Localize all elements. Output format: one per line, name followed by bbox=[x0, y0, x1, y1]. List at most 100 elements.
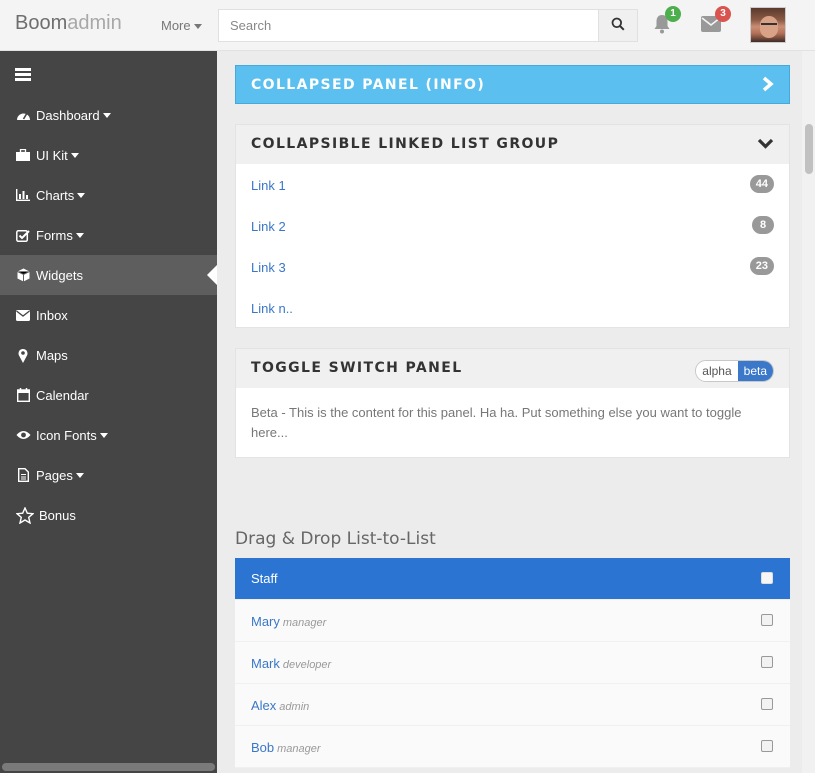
chevron-down-icon[interactable] bbox=[757, 138, 774, 153]
sidebar-item-calendar[interactable]: Calendar bbox=[0, 375, 217, 415]
section-heading: Drag & Drop List-to-List bbox=[235, 529, 436, 549]
user-avatar[interactable] bbox=[750, 7, 786, 43]
toggle-option-alpha[interactable]: alpha bbox=[696, 361, 738, 381]
dashboard-icon bbox=[15, 108, 31, 122]
linked-list-panel: COLLAPSIBLE LINKED LIST GROUP Link 1 44 … bbox=[235, 124, 790, 328]
staff-name[interactable]: Bob bbox=[251, 740, 274, 755]
more-label: More bbox=[161, 18, 191, 33]
sidebar-item-label: Forms bbox=[36, 227, 73, 243]
brand-name-part2: admin bbox=[67, 12, 122, 34]
sidebar-item-label: Icon Fonts bbox=[36, 427, 97, 443]
top-navbar: Boomadmin More 1 3 bbox=[0, 0, 815, 51]
item-checkbox[interactable] bbox=[761, 656, 773, 668]
bar-chart-icon bbox=[15, 188, 31, 202]
caret-down-icon bbox=[70, 152, 79, 158]
sidebar-item-maps[interactable]: Maps bbox=[0, 335, 217, 375]
sidebar-item-widgets[interactable]: Widgets bbox=[0, 255, 217, 295]
menu-toggle-icon[interactable] bbox=[15, 68, 31, 83]
eye-icon bbox=[15, 428, 31, 442]
select-all-checkbox[interactable] bbox=[761, 572, 773, 584]
caret-down-icon bbox=[77, 192, 86, 198]
scrollbar-thumb[interactable] bbox=[805, 124, 813, 174]
panel-header[interactable]: COLLAPSIBLE LINKED LIST GROUP bbox=[236, 125, 789, 164]
staff-role: admin bbox=[279, 701, 310, 713]
sidebar-item-inbox[interactable]: Inbox bbox=[0, 295, 217, 335]
list-link-2[interactable]: Link 2 bbox=[251, 219, 286, 234]
messages-badge: 3 bbox=[715, 6, 731, 22]
sidebar-item-bonus[interactable]: Bonus bbox=[0, 495, 217, 535]
sidebar-item-label: Inbox bbox=[36, 307, 68, 323]
search-input[interactable] bbox=[219, 10, 599, 41]
sidebar-item-label: Calendar bbox=[36, 387, 89, 403]
sidebar-item-label: Widgets bbox=[36, 267, 83, 283]
toggle-option-beta[interactable]: beta bbox=[737, 361, 773, 381]
staff-name[interactable]: Mary bbox=[251, 614, 280, 629]
staff-role: manager bbox=[282, 617, 327, 629]
item-checkbox[interactable] bbox=[761, 698, 773, 710]
item-checkbox[interactable] bbox=[761, 740, 773, 752]
panel-title: TOGGLE SWITCH PANEL bbox=[251, 360, 463, 376]
caret-down-icon bbox=[99, 432, 108, 438]
check-square-icon bbox=[15, 228, 31, 242]
sidebar-item-label: Charts bbox=[36, 187, 75, 203]
list-link-3[interactable]: Link 3 bbox=[251, 260, 286, 275]
cube-icon bbox=[15, 268, 31, 282]
caret-down-icon bbox=[193, 24, 202, 30]
list-header-label: Staff bbox=[251, 571, 278, 586]
staff-name[interactable]: Alex bbox=[251, 698, 276, 713]
envelope-icon bbox=[15, 308, 31, 322]
search-box bbox=[218, 9, 638, 42]
list-item[interactable]: Alex admin bbox=[235, 684, 790, 726]
caret-down-icon bbox=[75, 232, 84, 238]
messages-button[interactable]: 3 bbox=[701, 6, 731, 35]
list-link-n[interactable]: Link n.. bbox=[251, 301, 293, 316]
list-link-1[interactable]: Link 1 bbox=[251, 178, 286, 193]
item-checkbox[interactable] bbox=[761, 614, 773, 626]
toggle-switch-panel: TOGGLE SWITCH PANEL alpha beta Beta - Th… bbox=[235, 348, 790, 458]
sidebar-item-label: Bonus bbox=[39, 507, 76, 523]
list-item[interactable]: Bob manager bbox=[235, 726, 790, 768]
sidebar-item-label: Maps bbox=[36, 347, 68, 363]
more-menu-button[interactable]: More bbox=[161, 18, 202, 33]
brand-logo[interactable]: Boomadmin bbox=[15, 12, 122, 35]
sidebar-item-icon-fonts[interactable]: Icon Fonts bbox=[0, 415, 217, 455]
drag-drop-list: Staff Mary manager Mark developer Alex admi… bbox=[235, 558, 790, 768]
sidebar-item-forms[interactable]: Forms bbox=[0, 215, 217, 255]
search-button[interactable] bbox=[598, 10, 637, 41]
chevron-right-icon[interactable] bbox=[761, 76, 775, 95]
sidebar-item-charts[interactable]: Charts bbox=[0, 175, 217, 215]
calendar-icon bbox=[15, 388, 31, 402]
list-item[interactable]: Mark developer bbox=[235, 642, 790, 684]
sidebar-item-pages[interactable]: Pages bbox=[0, 455, 217, 495]
sidebar-item-dashboard[interactable]: Dashboard bbox=[0, 95, 217, 135]
sidebar-horizontal-scrollbar[interactable] bbox=[2, 763, 215, 771]
list-item[interactable]: Mary manager bbox=[235, 600, 790, 642]
count-badge: 8 bbox=[752, 216, 774, 234]
panel-title: COLLAPSIBLE LINKED LIST GROUP bbox=[251, 136, 560, 152]
search-icon bbox=[611, 17, 625, 34]
count-badge: 44 bbox=[749, 175, 774, 193]
bell-icon bbox=[653, 15, 671, 37]
alpha-beta-toggle[interactable]: alpha beta bbox=[695, 360, 774, 382]
main-vertical-scrollbar[interactable] bbox=[802, 51, 815, 773]
caret-down-icon bbox=[102, 112, 111, 118]
count-badge: 23 bbox=[749, 257, 774, 275]
notifications-button[interactable]: 1 bbox=[653, 6, 681, 37]
envelope-icon bbox=[701, 16, 721, 35]
list-header[interactable]: Staff bbox=[235, 558, 790, 600]
sidebar-item-ui-kit[interactable]: UI Kit bbox=[0, 135, 217, 175]
sidebar-item-label: Dashboard bbox=[36, 107, 100, 123]
caret-down-icon bbox=[75, 472, 84, 478]
toggle-panel-content: Beta - This is the content for this pane… bbox=[251, 405, 742, 440]
staff-name[interactable]: Mark bbox=[251, 656, 280, 671]
sidebar-item-label: UI Kit bbox=[36, 147, 68, 163]
panel-title: COLLAPSED PANEL (INFO) bbox=[251, 77, 486, 93]
map-marker-icon bbox=[15, 348, 31, 363]
star-icon bbox=[15, 506, 34, 524]
briefcase-icon bbox=[15, 148, 31, 162]
collapsed-info-panel[interactable]: COLLAPSED PANEL (INFO) bbox=[235, 65, 790, 104]
sidebar: Dashboard UI Kit Charts Forms Widgets In… bbox=[0, 51, 217, 773]
brand-name-part1: Boom bbox=[15, 12, 68, 34]
file-icon bbox=[15, 468, 31, 482]
panel-header: TOGGLE SWITCH PANEL alpha beta bbox=[236, 349, 789, 388]
